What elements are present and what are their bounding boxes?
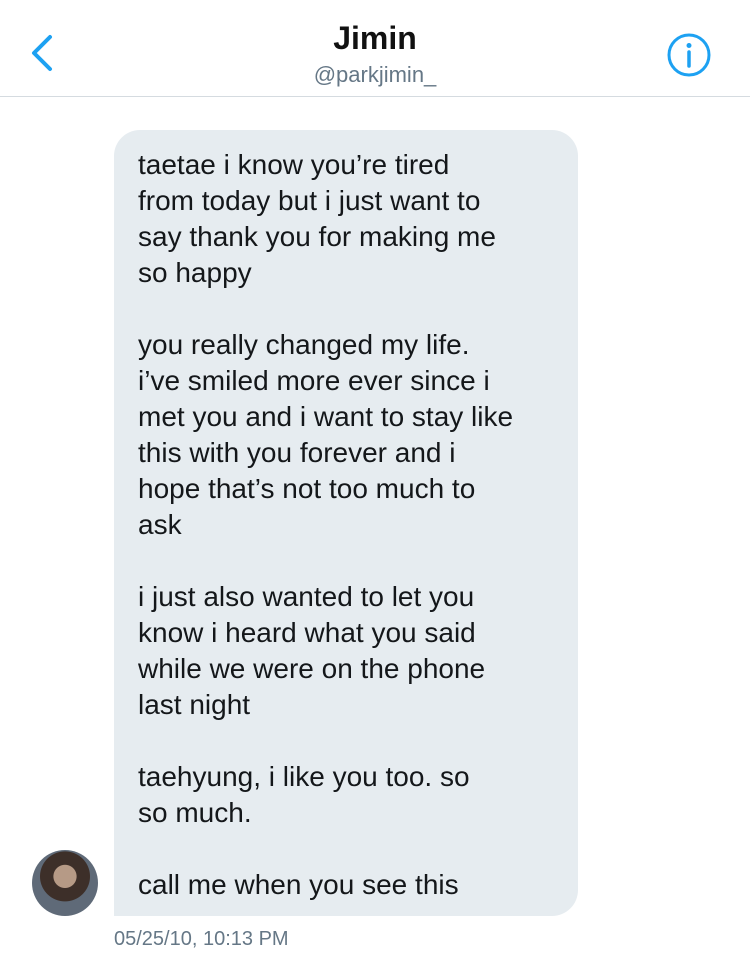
info-circle-icon [667,33,711,77]
message-bubble[interactable]: taetae i know you’re tired from today bu… [114,130,578,916]
message-timestamp: 05/25/10, 10:13 PM [114,928,289,950]
message-paragraph: you really changed my life. i’ve smiled … [138,329,514,540]
contact-handle[interactable]: @parkjimin_ [0,62,750,88]
conversation-header: Jimin @parkjimin_ [0,0,750,97]
avatar[interactable] [32,850,98,916]
message-paragraph: i just also wanted to let you know i hea… [138,581,486,720]
info-button[interactable] [666,32,712,78]
message-paragraph: call me when you see this [138,869,459,900]
message-paragraph: taehyung, i like you too. so so much. [138,761,470,828]
message-paragraph: taetae i know you’re tired from today bu… [138,149,496,288]
contact-name[interactable]: Jimin [0,18,750,58]
